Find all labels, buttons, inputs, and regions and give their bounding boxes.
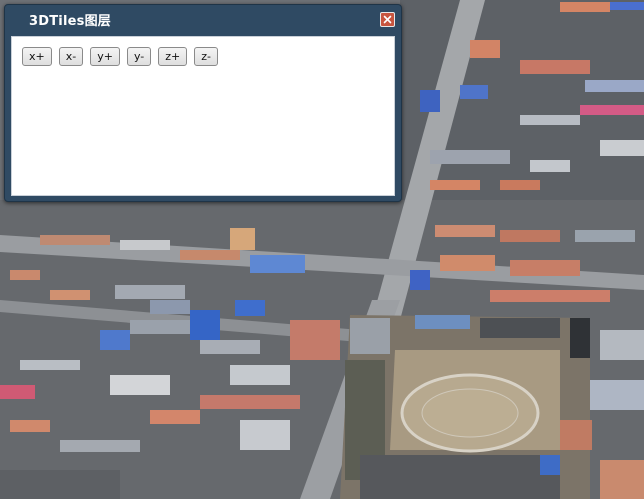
panel-header[interactable]: 3DTiles图层 <box>5 5 401 33</box>
panel-title: 3DTiles图层 <box>29 13 111 29</box>
z-plus-button[interactable]: z+ <box>158 47 188 66</box>
y-minus-button[interactable]: y- <box>126 47 152 66</box>
x-plus-button[interactable]: x+ <box>22 47 52 66</box>
close-icon <box>383 15 392 24</box>
z-minus-button[interactable]: z- <box>194 47 218 66</box>
close-button[interactable] <box>380 12 395 27</box>
x-minus-button[interactable]: x- <box>58 47 84 66</box>
layer-panel: 3DTiles图层 x+ x- y+ y- z+ z- <box>4 4 402 202</box>
panel-content: x+ x- y+ y- z+ z- <box>11 36 395 196</box>
translate-toolbar: x+ x- y+ y- z+ z- <box>22 47 218 66</box>
y-plus-button[interactable]: y+ <box>90 47 120 66</box>
